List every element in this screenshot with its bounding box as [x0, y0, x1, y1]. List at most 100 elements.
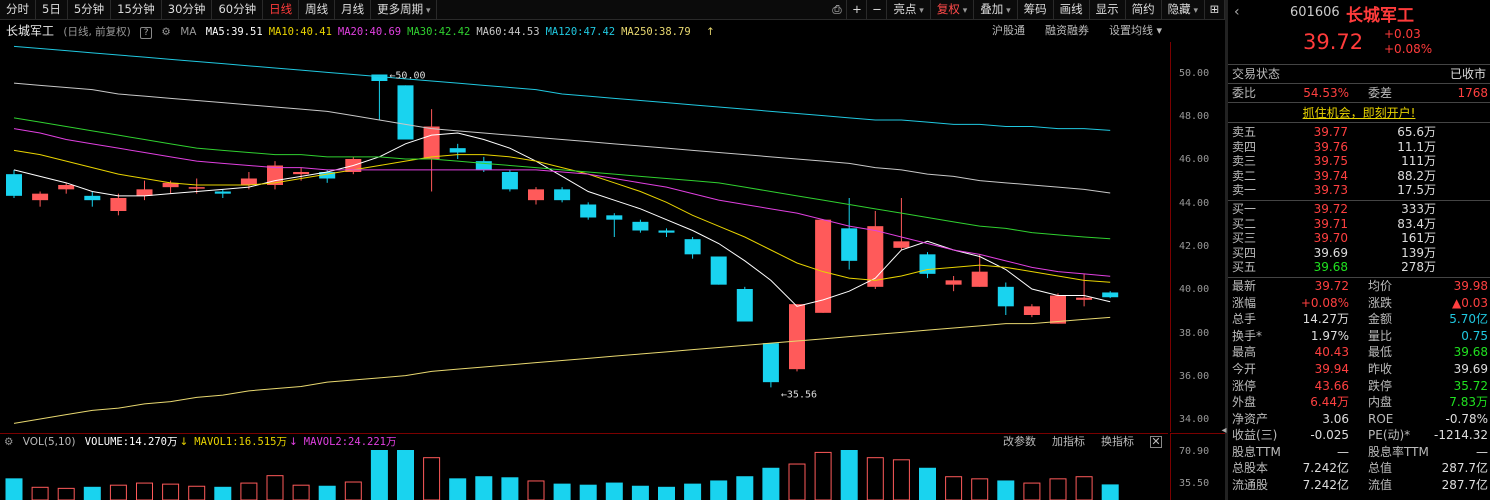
candle — [32, 191, 49, 207]
vol-link[interactable]: 改参数 — [1003, 435, 1036, 448]
ma-line — [13, 316, 1111, 424]
quote-label: 流值 — [1368, 478, 1393, 493]
volume-bar — [266, 475, 284, 500]
lock-icon[interactable]: ⎙ — [827, 0, 848, 20]
vol-value: MAVOL1:16.515万 — [194, 436, 287, 448]
volume-bar — [553, 483, 571, 500]
help-icon[interactable]: ? — [140, 27, 153, 39]
period-tab[interactable]: 60分钟 — [212, 0, 264, 20]
chart-link[interactable]: 沪股通 — [992, 24, 1025, 37]
candle — [267, 161, 283, 190]
price-tick: 46.00 — [1179, 154, 1210, 166]
volume-bar — [1023, 482, 1041, 500]
settings-gear-icon[interactable]: ⚙ — [161, 26, 170, 38]
period-tab[interactable]: 5日 — [36, 0, 68, 20]
ratio-label: 委比 — [1232, 86, 1257, 100]
candle — [1076, 273, 1093, 307]
back-arrow-icon[interactable]: ‹ — [1234, 4, 1240, 20]
quote-value: 1.97% — [1310, 328, 1349, 343]
quote-row: 收益(三) -0.025 PE(动)* -1214.32 — [1228, 427, 1490, 444]
buy-price: 39.68 — [1313, 260, 1348, 275]
period-tab[interactable]: 月线 — [335, 0, 372, 20]
volume-bar — [423, 457, 441, 500]
close-icon[interactable]: ✕ — [1150, 436, 1162, 448]
quote-row: 净资产 3.06 ROE -0.78% — [1228, 411, 1490, 428]
buy-level: 买四 39.69 139万 — [1228, 246, 1490, 261]
toolbar-button[interactable]: 亮点 — [887, 0, 931, 20]
buy-price: 39.72 — [1313, 201, 1348, 216]
volume-bar — [840, 450, 858, 500]
diff-value: 1768 — [1457, 86, 1488, 100]
grid-icon[interactable]: ⊞ — [1205, 0, 1225, 20]
volume-bar — [31, 486, 49, 500]
vol-value: VOLUME:14.270万 — [84, 436, 178, 448]
quote-value: — — [1476, 444, 1488, 459]
zoom-in-icon[interactable]: + — [847, 0, 868, 20]
current-price: 39.72 — [1303, 30, 1364, 54]
period-tab[interactable]: 日线 — [263, 0, 300, 20]
period-tab[interactable]: 15分钟 — [111, 0, 162, 20]
chart-link[interactable]: 设置均线 ▾ — [1109, 24, 1162, 37]
vol-link[interactable]: 加指标 — [1052, 435, 1085, 448]
toolbar-button[interactable]: 复权 — [931, 0, 975, 20]
ma-line — [13, 128, 1111, 277]
period-tab[interactable]: 30分钟 — [162, 0, 213, 20]
toolbar-button[interactable]: 画线 — [1054, 0, 1090, 20]
buy-level: 买五 39.68 278万 — [1228, 260, 1490, 275]
volume-bar — [684, 483, 702, 500]
buy-volume: 161万 — [1401, 231, 1436, 246]
vol-tick: 70.90 — [1179, 446, 1210, 457]
period-tab[interactable]: 分时 — [0, 0, 36, 20]
ma-up-arrow-icon: ↑ — [706, 26, 715, 38]
candle — [710, 256, 727, 285]
quote-value: 287.7亿 — [1441, 461, 1488, 476]
quote-value: -1214.32 — [1434, 428, 1488, 443]
volume-bar — [788, 463, 806, 500]
buy-volume: 139万 — [1401, 245, 1436, 260]
extreme-label: ←35.56 — [781, 389, 817, 400]
candle — [632, 219, 649, 233]
candle — [893, 198, 910, 250]
volume-bar — [188, 485, 206, 500]
candle — [371, 74, 388, 120]
period-tab[interactable]: 更多周期 — [371, 0, 438, 20]
quote-value: 39.98 — [1453, 278, 1488, 293]
quote-details: 最新 39.72 均价 39.98 涨幅 +0.08% 涨跌 ▲0.03 总手 14.27万 金额 5… — [1228, 278, 1490, 494]
vol-link[interactable]: 换指标 — [1101, 435, 1134, 448]
ma-value: MA60:44.53 — [476, 26, 540, 38]
toolbar-button[interactable]: 筹码 — [1018, 0, 1054, 20]
toolbar-button[interactable]: 叠加 — [974, 0, 1018, 20]
toolbar-button[interactable]: 简约 — [1126, 0, 1162, 20]
candle — [1050, 293, 1066, 324]
quote-label: PE(动)* — [1368, 428, 1411, 443]
toolbar-button[interactable]: 隐藏 — [1162, 0, 1205, 20]
buy-label: 买一 — [1232, 201, 1257, 216]
quote-label: 涨跌 — [1368, 295, 1393, 310]
candle — [1023, 304, 1040, 318]
status-value: 已收市 — [1449, 67, 1486, 81]
sell-price: 39.73 — [1313, 183, 1348, 198]
buy-label: 买二 — [1232, 216, 1257, 231]
quote-value: 40.43 — [1314, 345, 1349, 360]
toolbar-button[interactable]: 显示 — [1090, 0, 1126, 20]
candle — [736, 286, 753, 322]
sell-level: 卖三 39.75 111万 — [1228, 154, 1490, 169]
open-account-banner[interactable]: 抓住机会，即刻开户! — [1228, 103, 1490, 123]
collapse-arrow-icon[interactable]: ◂ — [1220, 420, 1228, 442]
stock-code: 601606 — [1290, 5, 1340, 20]
zoom-out-icon[interactable]: − — [867, 0, 888, 20]
volume-chart[interactable] — [0, 450, 1168, 500]
quote-value: 0.75 — [1461, 328, 1488, 343]
vol-links: 改参数 加指标 换指标 ✕ — [993, 434, 1168, 450]
chart-link[interactable]: 融资融券 — [1045, 24, 1089, 37]
period-tab[interactable]: 周线 — [299, 0, 336, 20]
vol-gear-icon[interactable]: ⚙ — [4, 436, 13, 448]
period-tab[interactable]: 5分钟 — [68, 0, 112, 20]
candle — [997, 282, 1014, 315]
volume-bar — [109, 484, 127, 500]
sell-label: 卖二 — [1232, 168, 1257, 183]
candlestick-chart[interactable]: ←50.00 ←35.56 — [0, 42, 1168, 432]
ma-value: MA5:39.51 — [205, 26, 263, 38]
quote-value: ▲0.03 — [1452, 295, 1488, 310]
